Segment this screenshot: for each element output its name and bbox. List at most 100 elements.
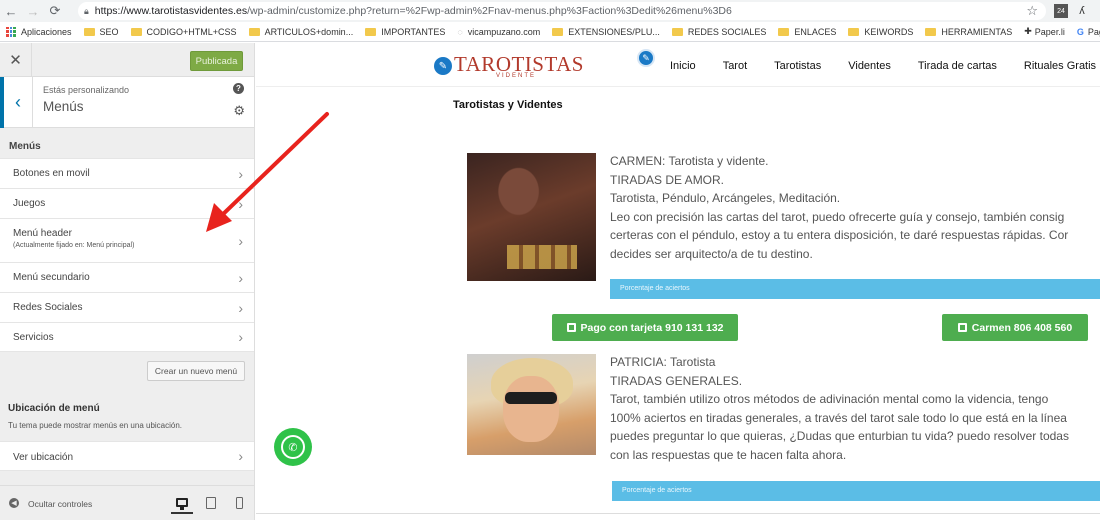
chevron-right-icon: › [238, 165, 243, 182]
reader-description: PATRICIA: Tarotista TIRADAS GENERALES. T… [610, 355, 1069, 462]
folder-icon [848, 27, 860, 36]
pay-card-button[interactable]: Pago con tarjeta 910 131 132 [552, 314, 738, 341]
bookmark-link[interactable]: ◌ vicampuzano.com [451, 27, 546, 37]
bookmark-folder[interactable]: EXTENSIONES/PLU... [546, 27, 666, 37]
customizer-header: ✕ Publicada [0, 43, 254, 77]
hide-controls-icon[interactable]: ◀ [9, 498, 19, 508]
menu-item-label: Juegos [13, 198, 46, 209]
menu-item-menu-secundario[interactable]: Menú secundario › [0, 262, 254, 292]
folder-icon [671, 27, 683, 36]
back-arrow-icon[interactable]: ← [0, 0, 22, 22]
extension-badge-count: 24 [1057, 7, 1065, 15]
address-bar[interactable]: 🔒︎ https://www.tarotistasvidentes.es/wp-… [78, 2, 1046, 20]
menu-item-label: Menú header [13, 228, 72, 239]
phone-icon [957, 323, 967, 332]
menu-item-servicios[interactable]: Servicios › [0, 322, 254, 352]
customizer-footer: ◀ Ocultar controles [0, 485, 254, 520]
gear-icon[interactable]: ⚙ [233, 103, 245, 119]
folder-icon [83, 27, 95, 36]
menu-item-redes-sociales[interactable]: Redes Sociales › [0, 292, 254, 322]
bookmarks-bar: Aplicaciones SEO CODIGO+HTML+CSS ARTICUL… [0, 22, 1100, 42]
accuracy-bar: Porcentaje de aciertos [612, 481, 1100, 501]
menu-item-label: Redes Sociales [13, 302, 83, 313]
accuracy-bar: Porcentaje de aciertos [610, 279, 1100, 299]
mobile-preview-icon[interactable] [228, 492, 250, 514]
site-logo-subtitle: VIDENTE [496, 73, 537, 79]
close-icon[interactable]: ✕ [0, 43, 32, 77]
publish-button[interactable]: Publicada [190, 51, 243, 71]
menu-item-botones-en-movil[interactable]: Botones en movil › [0, 158, 254, 188]
site-icon: ◌ [457, 26, 463, 37]
phone-icon [566, 323, 576, 332]
plus-icon: ✚ [1024, 26, 1032, 36]
bookmark-folder[interactable]: CODIGO+HTML+CSS [125, 27, 243, 37]
divider [256, 513, 1100, 514]
reload-icon[interactable]: ⟳ [44, 0, 66, 22]
bookmark-folder[interactable]: ENLACES [772, 27, 842, 37]
hide-controls-button[interactable]: Ocultar controles [28, 499, 92, 509]
extension-badge-icon[interactable]: 24 [1054, 4, 1068, 18]
desktop-preview-icon[interactable] [171, 492, 193, 514]
edit-pencil-icon[interactable]: ✎ [637, 49, 655, 67]
folder-icon [130, 27, 142, 36]
folder-icon [365, 27, 377, 36]
location-description: Tu tema puede mostrar menús en una ubica… [8, 421, 183, 430]
view-location-label: Ver ubicación [13, 452, 74, 463]
bookmark-folder[interactable]: REDES SOCIALES [666, 27, 773, 37]
chevron-right-icon: › [238, 299, 243, 316]
nav-link[interactable]: Inicio [670, 60, 696, 72]
chevron-right-icon: › [238, 329, 243, 345]
chevron-right-icon: › [238, 232, 243, 249]
nav-link[interactable]: Rituales Gratis [1024, 60, 1096, 72]
forward-arrow-icon[interactable]: → [22, 0, 44, 22]
folder-icon [925, 27, 937, 36]
call-button[interactable]: Carmen 806 408 560 [942, 314, 1088, 341]
chevron-right-icon: › [238, 195, 243, 212]
tarot-reader-photo [467, 354, 596, 455]
bookmark-folder[interactable]: IMPORTANTES [359, 27, 451, 37]
menu-item-label: Botones en movil [13, 168, 90, 179]
bookmark-folder[interactable]: ARTICULOS+domin... [243, 27, 360, 37]
customizer-panel: ✕ Publicada ‹ Estás personalizando Menús… [0, 43, 255, 520]
bookmark-folder[interactable]: HERRAMIENTAS [919, 27, 1018, 37]
create-menu-button[interactable]: Crear un nuevo menú [147, 361, 245, 381]
browser-toolbar: ← → ⟳ 🔒︎ https://www.tarotistasvidentes.… [0, 0, 1100, 22]
menu-list: Botones en movil › Juegos › Menú header … [0, 158, 254, 352]
lock-icon: 🔒︎ [84, 5, 89, 16]
bookmark-link[interactable]: GPagos de Google [1071, 27, 1100, 37]
view-location-item[interactable]: Ver ubicación › [0, 441, 254, 471]
bookmark-star-icon[interactable]: ☆ [1026, 3, 1038, 19]
menu-item-location-note: (Actualmente fijado en: Menú principal) [13, 242, 135, 249]
edit-pencil-icon[interactable]: ✎ [434, 57, 452, 75]
menu-item-label: Servicios [13, 332, 54, 343]
nav-link[interactable]: Tarotistas [774, 60, 821, 72]
back-chevron-icon[interactable]: ‹ [0, 77, 33, 128]
help-icon[interactable]: ? [233, 83, 244, 94]
chevron-right-icon: › [238, 269, 243, 286]
folder-icon [552, 27, 564, 36]
site-header: ✎ TAROTISTAS VIDENTE ✎ Inicio Tarot Taro… [256, 43, 1100, 87]
nav-link[interactable]: Videntes [848, 60, 891, 72]
menu-item-juegos[interactable]: Juegos › [0, 188, 254, 218]
site-preview: ✎ TAROTISTAS VIDENTE ✎ Inicio Tarot Taro… [256, 43, 1100, 520]
bookmark-link[interactable]: ✚ Paper.li [1018, 26, 1071, 37]
nav-link[interactable]: Tirada de cartas [918, 60, 997, 72]
tarot-reader-photo [467, 153, 596, 281]
extension-icon[interactable]: ʎ [1075, 4, 1089, 18]
menu-item-menu-header[interactable]: Menú header (Actualmente fijado en: Menú… [0, 218, 254, 262]
apps-icon [6, 26, 16, 37]
bookmark-apps[interactable]: Aplicaciones [0, 26, 78, 37]
customizing-label: Estás personalizando [43, 85, 130, 95]
whatsapp-icon[interactable]: ✆ [274, 428, 312, 466]
nav-link[interactable]: Tarot [723, 60, 747, 72]
location-title: Ubicación de menú [8, 403, 100, 414]
url-path: /wp-admin/customize.php?return=%2Fwp-adm… [247, 5, 732, 17]
menu-item-label: Menú secundario [13, 272, 90, 283]
tablet-preview-icon[interactable] [200, 492, 222, 514]
reader-description: CARMEN: Tarotista y vidente. TIRADAS DE … [610, 154, 1069, 261]
section-title: ‹ Estás personalizando Menús ? ⚙ [0, 77, 254, 128]
bookmark-folder[interactable]: SEO [78, 27, 125, 37]
menus-heading: Menús [9, 141, 41, 152]
url-host: https://www.tarotistasvidentes.es [94, 5, 248, 17]
bookmark-folder[interactable]: KEIWORDS [842, 27, 919, 37]
